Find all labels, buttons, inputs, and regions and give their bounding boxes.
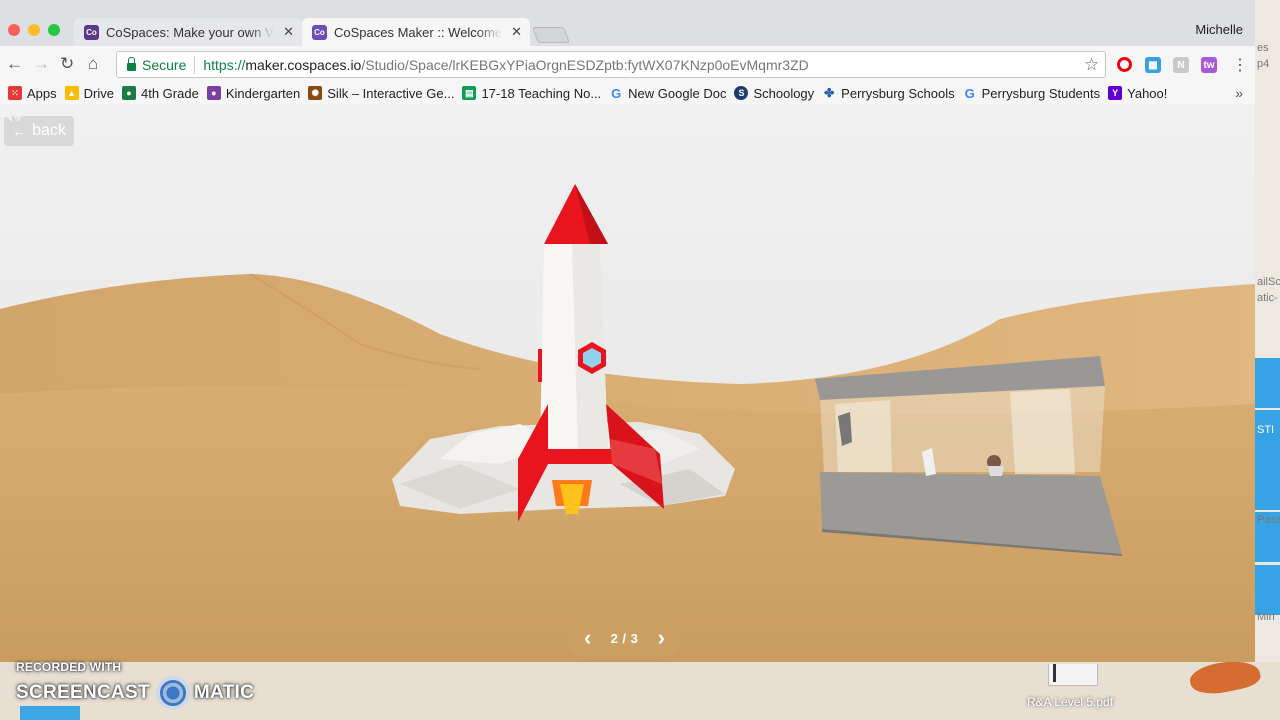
- desktop-file-label: ailSc: [1257, 276, 1280, 288]
- bookmark-kindergarten[interactable]: ● Kindergarten: [206, 85, 301, 101]
- url-host: maker.cospaces.io: [245, 56, 362, 73]
- desktop-right-strip: es p4 ailSc atic- STI Pass Min: [1255, 0, 1280, 720]
- url-scheme: https://: [203, 56, 246, 73]
- opera-extension-icon[interactable]: [1117, 57, 1132, 72]
- extension-icon[interactable]: ▦: [1145, 57, 1161, 73]
- desktop-folder-icon[interactable]: [1255, 460, 1280, 510]
- browser-menu-icon[interactable]: ⋮: [1232, 55, 1248, 75]
- scene-illustration: [0, 184, 1255, 662]
- back-arrow-icon[interactable]: ←: [6, 54, 23, 74]
- reload-icon[interactable]: ↻: [60, 54, 74, 74]
- profile-name[interactable]: Michelle: [1195, 22, 1243, 37]
- bookmark-label: Kindergarten: [225, 85, 301, 101]
- arrow-left-icon: ←: [12, 123, 27, 139]
- bookmark-label: Drive: [83, 85, 114, 101]
- back-button-label: back: [32, 122, 66, 139]
- sound-icon[interactable]: [0, 104, 22, 124]
- maximize-window-icon[interactable]: [48, 24, 60, 36]
- bookmark-label: Perrysburg Schools: [841, 85, 955, 101]
- desktop-file-label: es: [1257, 42, 1269, 54]
- bookmark-label: Perrysburg Students: [981, 85, 1101, 101]
- screencast-watermark: RECORDED WITH SCREENCAST MATIC: [16, 660, 254, 710]
- more-bookmarks-icon[interactable]: »: [1235, 85, 1243, 101]
- google-icon: G: [964, 85, 975, 101]
- address-bar[interactable]: Secure https:// maker.cospaces.io /Studi…: [116, 51, 1106, 78]
- desktop-folder-icon[interactable]: [1255, 565, 1280, 615]
- tab-cospaces-maker[interactable]: Co CoSpaces Maker :: Welcome to ✕: [302, 18, 530, 46]
- new-tab-button[interactable]: [532, 27, 570, 43]
- bookmark-new-google-doc[interactable]: G New Google Doc: [609, 86, 726, 101]
- cospaces-favicon-icon: Co: [84, 24, 99, 40]
- scene-pager: ‹ 2 / 3 ›: [568, 618, 681, 658]
- watermark-recorded-with: RECORDED WITH: [16, 660, 122, 674]
- desktop-file-label: p4: [1257, 58, 1270, 70]
- bus-stop-shelter: [815, 356, 1122, 556]
- bookmark-label: Yahoo!: [1127, 85, 1168, 101]
- secure-label: Secure: [142, 56, 187, 73]
- desktop-file-label: STI: [1257, 424, 1275, 436]
- next-scene-icon[interactable]: ›: [658, 627, 665, 649]
- bookmark-label: Apps: [27, 85, 57, 101]
- tab-title: CoSpaces: Make your own VR: [106, 24, 274, 40]
- bookmark-label: Silk – Interactive Ge...: [327, 85, 455, 101]
- tab-close-icon[interactable]: ✕: [283, 24, 294, 40]
- desktop-file-label: atic-: [1257, 292, 1278, 304]
- scene-viewport[interactable]: ← back ‹ 2 / 3 ›: [0, 104, 1255, 662]
- perrysburg-icon: ✤: [824, 86, 835, 100]
- bookmark-yahoo[interactable]: Y Yahoo!: [1108, 86, 1167, 101]
- bookmarks-bar: ⁙ Apps ▲ Drive ● 4th Grade ● Kindergarten ✺ S…: [0, 82, 1255, 104]
- cospaces-favicon-icon: Co: [312, 24, 327, 40]
- bookmark-schoology[interactable]: S Schoology: [734, 86, 814, 101]
- classroom-icon: ●: [121, 86, 136, 100]
- desktop-file-label: Min: [1257, 611, 1275, 623]
- watermark-screencast: SCREENCAST: [16, 682, 150, 703]
- forward-arrow-icon[interactable]: →: [33, 54, 50, 74]
- url-path: /Studio/Space/lrKEBGxYPiaOrgnESDZptb:fyt…: [361, 56, 809, 73]
- bookmark-4th-grade[interactable]: ● 4th Grade: [121, 85, 199, 101]
- browser-window: Co CoSpaces: Make your own VR ✕ Co CoSpa…: [0, 0, 1255, 662]
- bookmark-perrysburg-students[interactable]: G Perrysburg Students: [963, 86, 1101, 101]
- bookmark-silk[interactable]: ✺ Silk – Interactive Ge...: [308, 86, 454, 101]
- bookmark-apps[interactable]: ⁙ Apps: [8, 86, 57, 101]
- bookmark-label: 17-18 Teaching No...: [481, 85, 602, 101]
- tab-cospaces-home[interactable]: Co CoSpaces: Make your own VR ✕: [74, 18, 302, 46]
- bookmark-label: 4th Grade: [140, 85, 199, 101]
- drive-icon: ▲: [64, 86, 79, 100]
- tab-title: CoSpaces Maker :: Welcome to: [334, 24, 502, 40]
- previous-scene-icon[interactable]: ‹: [584, 627, 591, 649]
- bookmark-drive[interactable]: ▲ Drive: [64, 85, 114, 101]
- silk-icon: ✺: [308, 86, 323, 100]
- bookmark-label: New Google Doc: [628, 85, 727, 101]
- tab-close-icon[interactable]: ✕: [511, 24, 522, 40]
- pdf-file-label[interactable]: R&A Level 5.pdf: [1027, 695, 1113, 709]
- minimize-window-icon[interactable]: [28, 24, 40, 36]
- screencast-logo-icon: [155, 676, 190, 710]
- classroom-icon: ●: [206, 86, 221, 100]
- lock-icon: [127, 56, 136, 71]
- sheets-icon: ▤: [462, 86, 477, 100]
- schoology-icon: S: [734, 86, 749, 100]
- notion-extension-icon[interactable]: N: [1173, 57, 1189, 73]
- divider: [194, 55, 196, 74]
- scene-counter: 2 / 3: [610, 630, 639, 646]
- desktop-file-label: Pass: [1257, 514, 1280, 526]
- bookmark-teaching-notes[interactable]: ▤ 17-18 Teaching No...: [462, 86, 601, 101]
- bookmark-perrysburg-schools[interactable]: ✤ Perrysburg Schools: [822, 86, 954, 101]
- bookmark-star-icon[interactable]: ☆: [1084, 55, 1099, 75]
- pdf-file-icon[interactable]: [1048, 664, 1098, 686]
- watermark-matic: MATIC: [193, 682, 255, 703]
- tab-bar: Co CoSpaces: Make your own VR ✕ Co CoSpa…: [0, 0, 1255, 46]
- bookmark-label: Schoology: [753, 85, 815, 101]
- close-window-icon[interactable]: [8, 24, 20, 36]
- google-icon: G: [611, 85, 622, 101]
- extension-icon[interactable]: tw: [1201, 57, 1217, 73]
- yahoo-icon: Y: [1108, 86, 1123, 100]
- desktop-folder-icon[interactable]: [1255, 358, 1280, 408]
- home-icon[interactable]: ⌂: [88, 54, 98, 74]
- apps-grid-icon: ⁙: [8, 86, 22, 100]
